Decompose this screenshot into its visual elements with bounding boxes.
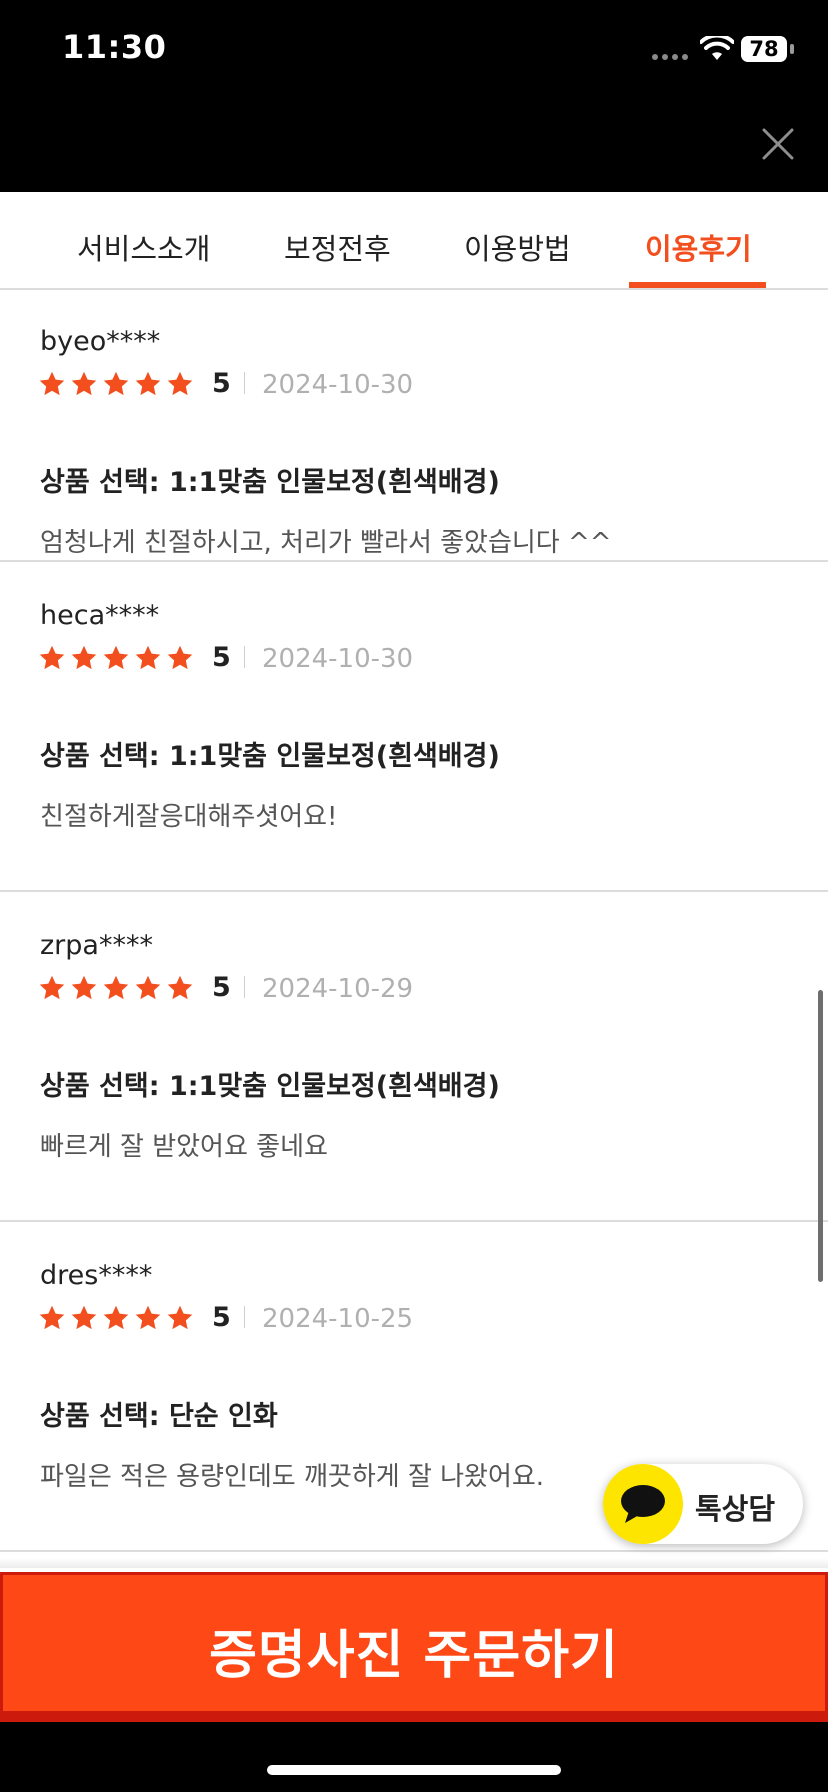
star-icon bbox=[103, 645, 129, 670]
status-bar: 11:30 78 bbox=[0, 0, 828, 100]
star-icon bbox=[71, 975, 97, 1000]
tab-bar: 서비스소개 보정전후 이용방법 이용후기 bbox=[0, 192, 828, 290]
star-icon bbox=[167, 1305, 193, 1330]
review-date: 2024-10-30 bbox=[262, 644, 414, 674]
bottom-fade bbox=[0, 1558, 828, 1568]
status-time: 11:30 bbox=[62, 28, 167, 66]
star-icon bbox=[167, 975, 193, 1000]
star-icon bbox=[39, 975, 65, 1000]
star-icon bbox=[71, 371, 97, 396]
battery-icon: 78 bbox=[741, 36, 787, 62]
review-date: 2024-10-30 bbox=[262, 370, 414, 400]
review-score: 5 bbox=[212, 972, 231, 1003]
divider bbox=[244, 372, 245, 394]
star-rating bbox=[38, 974, 194, 1002]
review-content: 친절하게잘응대해주셧어요! bbox=[40, 802, 338, 832]
kakao-chat-label: 톡상담 bbox=[695, 1492, 776, 1526]
review-user: zrpa**** bbox=[40, 930, 153, 961]
review-product: 상품 선택: 1:1맞춤 인물보정(흰색배경) bbox=[40, 1071, 500, 1102]
divider bbox=[244, 646, 245, 668]
review-date: 2024-10-25 bbox=[262, 1304, 414, 1334]
star-icon bbox=[167, 645, 193, 670]
kakao-chat-button[interactable]: 톡상담 bbox=[603, 1464, 803, 1544]
star-icon bbox=[135, 1305, 161, 1330]
star-icon bbox=[39, 645, 65, 670]
star-icon bbox=[71, 645, 97, 670]
review-user: dres**** bbox=[40, 1260, 153, 1291]
review-user: heca**** bbox=[40, 600, 160, 631]
tab-how-to-use[interactable]: 이용방법 bbox=[464, 226, 571, 268]
tab-service-intro[interactable]: 서비스소개 bbox=[77, 226, 210, 268]
star-icon bbox=[135, 371, 161, 396]
review-product: 상품 선택: 단순 인화 bbox=[40, 1401, 278, 1432]
order-button-inner: 증명사진 주문하기 bbox=[3, 1575, 825, 1711]
review-sheet: 서비스소개 보정전후 이용방법 이용후기 byeo**** 5 2024-10-… bbox=[0, 192, 828, 1722]
star-icon bbox=[39, 371, 65, 396]
star-icon bbox=[103, 1305, 129, 1330]
kakao-badge bbox=[603, 1464, 683, 1544]
review-score: 5 bbox=[212, 642, 231, 673]
star-icon bbox=[135, 975, 161, 1000]
review-product: 상품 선택: 1:1맞춤 인물보정(흰색배경) bbox=[40, 741, 500, 772]
review-item: byeo**** 5 2024-10-30 상품 선택: 1:1맞춤 인물보정(… bbox=[0, 290, 828, 562]
tab-before-after[interactable]: 보정전후 bbox=[284, 226, 391, 268]
review-item: heca**** 5 2024-10-30 상품 선택: 1:1맞춤 인물보정(… bbox=[0, 562, 828, 892]
review-score: 5 bbox=[212, 368, 231, 399]
review-score: 5 bbox=[212, 1302, 231, 1333]
review-list: byeo**** 5 2024-10-30 상품 선택: 1:1맞춤 인물보정(… bbox=[0, 290, 828, 1552]
cellular-signal-icon bbox=[652, 54, 688, 60]
tab-reviews[interactable]: 이용후기 bbox=[645, 226, 752, 268]
review-product: 상품 선택: 1:1맞춤 인물보정(흰색배경) bbox=[40, 467, 500, 498]
star-rating bbox=[38, 644, 194, 672]
scrollbar[interactable] bbox=[818, 990, 823, 1282]
star-rating bbox=[38, 370, 194, 398]
chat-bubble-icon bbox=[621, 1485, 665, 1523]
review-date: 2024-10-29 bbox=[262, 974, 414, 1004]
wifi-icon bbox=[700, 36, 734, 60]
divider bbox=[244, 1306, 245, 1328]
star-icon bbox=[103, 371, 129, 396]
review-content: 엄청나게 친절하시고, 처리가 빨라서 좋았습니다 ^^ bbox=[40, 528, 612, 558]
battery-tip bbox=[790, 44, 794, 54]
order-button[interactable]: 증명사진 주문하기 bbox=[0, 1572, 828, 1722]
active-tab-indicator bbox=[629, 282, 766, 288]
star-icon bbox=[39, 1305, 65, 1330]
review-content: 파일은 적은 용량인데도 깨끗하게 잘 나왔어요. bbox=[40, 1462, 545, 1492]
divider bbox=[244, 976, 245, 998]
order-button-label: 증명사진 주문하기 bbox=[209, 1626, 619, 1686]
review-user: byeo**** bbox=[40, 326, 161, 357]
star-icon bbox=[71, 1305, 97, 1330]
review-item: zrpa**** 5 2024-10-29 상품 선택: 1:1맞춤 인물보정(… bbox=[0, 892, 828, 1222]
review-content: 빠르게 잘 받았어요 좋네요 bbox=[40, 1132, 328, 1162]
star-rating bbox=[38, 1304, 194, 1332]
home-indicator[interactable] bbox=[267, 1765, 561, 1775]
star-icon bbox=[103, 975, 129, 1000]
star-icon bbox=[135, 645, 161, 670]
close-icon[interactable] bbox=[758, 124, 798, 164]
star-icon bbox=[167, 371, 193, 396]
